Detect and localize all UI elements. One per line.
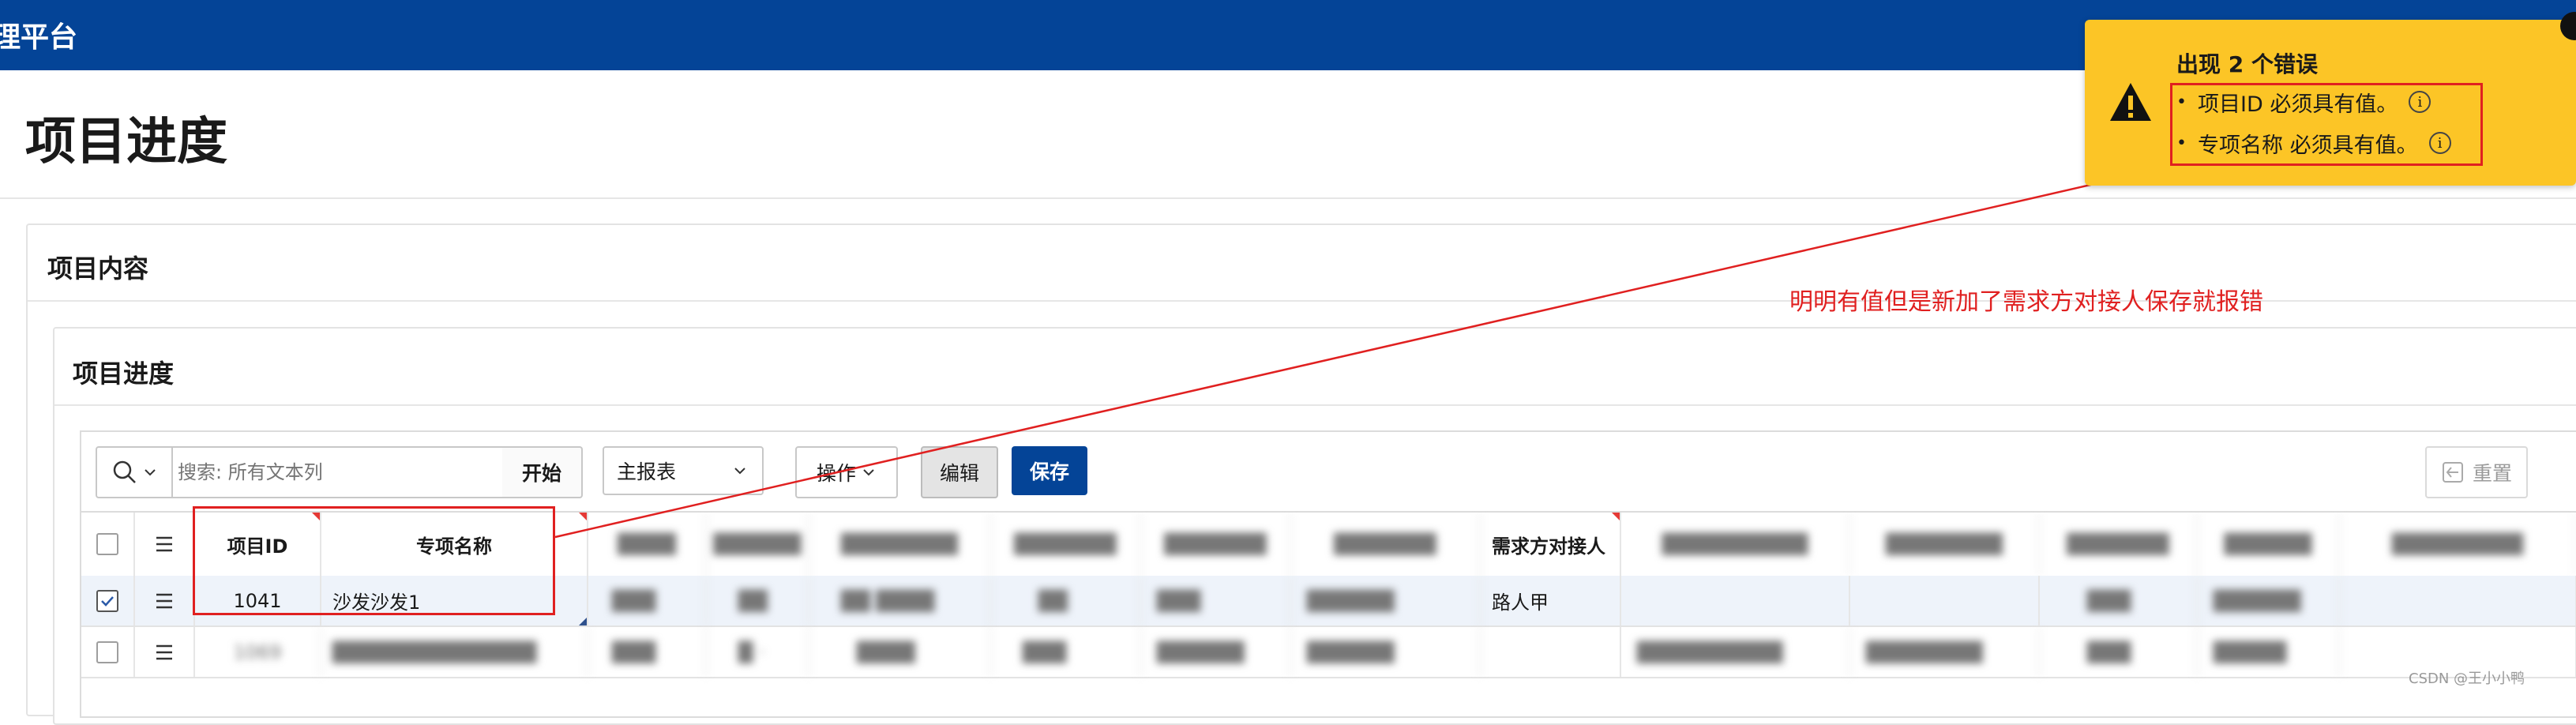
reset-icon [2442,462,2463,483]
check-icon [101,595,114,607]
chevron-down-icon [734,468,745,475]
divider [54,404,2576,406]
required-marker [579,513,587,520]
chevron-down-icon [145,469,156,476]
cell-hidden[interactable]: █████ [2198,627,2340,677]
error-notification: 出现 2 个错误 • 项目ID 必须具有值。 i • 专项名称 必须具有值。 i [2085,12,2576,186]
cell-hidden[interactable]: █ · [707,627,809,677]
search-input[interactable] [176,456,495,489]
changed-marker [579,618,587,625]
reset-label: 重置 [2472,462,2512,485]
column-header-hidden[interactable]: ██████ [707,513,809,576]
column-header-contact[interactable]: 需求方对接人 [1481,513,1621,576]
warning-icon [2110,83,2151,121]
row-select-cell [81,576,135,625]
select-all-cell [81,513,135,576]
hamburger-icon [156,593,172,608]
select-all-checkbox[interactable] [96,533,118,555]
row-actions-header [135,513,195,576]
cell-hidden[interactable]: ████████ [1850,627,2040,677]
cell-empty[interactable] [1850,576,2040,625]
app-title: 理平台 [0,21,78,54]
row-checkbox[interactable] [96,640,118,663]
actions-label: 操作 [816,462,856,485]
save-button[interactable]: 保存 [1012,446,1087,495]
divider [0,197,2576,199]
error-title: 出现 2 个错误 [2176,51,2318,77]
column-header-hidden[interactable]: ████████ [1850,513,2040,576]
column-header-hidden[interactable]: ████████ [809,513,991,576]
cell-hidden[interactable]: ██████ [1291,627,1481,677]
cell-hidden[interactable]: ███ [1141,576,1291,625]
hamburger-icon [156,536,172,552]
column-header-hidden[interactable]: ███████ [991,513,1141,576]
cell-project-id[interactable]: 1069 [195,627,321,677]
column-header-hidden[interactable]: ████ [588,513,707,576]
actions-menu-button[interactable]: 操作 [795,446,898,498]
cell-hidden[interactable]: ████ [809,627,991,677]
column-header-hidden[interactable]: ██████ [2198,513,2340,576]
watermark: CSDN @王小小鸭 [2409,671,2525,687]
report-select-value: 主报表 [617,460,677,483]
region-title: 项目进度 [73,359,175,389]
annotation-highlight-box [2170,83,2483,166]
cell-contact[interactable]: 路人甲 [1481,576,1621,625]
cell-hidden[interactable]: ██████ [2198,576,2340,625]
search-column-button[interactable] [97,448,173,497]
cell-hidden[interactable]: ██████ [1291,576,1481,625]
region-title: 项目内容 [47,254,149,284]
search-group [96,446,505,498]
report-select[interactable]: 主报表 [603,446,764,495]
cell-hidden[interactable]: ███ [991,627,1141,677]
hamburger-icon [156,644,172,659]
cell-hidden[interactable]: ██ [707,576,809,625]
row-checkbox[interactable] [96,589,118,612]
annotation-text: 明明有值但是新加了需求方对接人保存就报错 [1789,288,2263,316]
cell-hidden[interactable]: ██ ████ [809,576,991,625]
table-row[interactable]: 1069 ██████████████ ███ █ · ████ ███ ███… [81,627,2576,678]
column-header-hidden[interactable]: ██████████ [1621,513,1850,576]
column-header-hidden[interactable]: ███████ [2040,513,2198,576]
cell-hidden[interactable]: ██████████ [1621,627,1850,677]
column-header-hidden[interactable]: ███████ [1141,513,1291,576]
cell-empty[interactable] [1621,576,1850,625]
required-marker [1612,513,1620,520]
chevron-down-icon [863,469,874,476]
annotation-highlight-box [193,506,555,615]
cell-contact[interactable] [1481,627,1621,677]
edit-button[interactable]: 编辑 [921,446,998,498]
row-select-cell [81,627,135,677]
cell-hidden[interactable]: ██████ [1141,627,1291,677]
reset-button[interactable]: 重置 [2425,446,2528,498]
column-header-hidden[interactable]: ███████ [1291,513,1481,576]
cell-text: 路人甲 [1492,592,1549,614]
cell-hidden[interactable]: ███ [588,627,707,677]
cell-hidden[interactable]: ██ [991,576,1141,625]
row-actions-cell[interactable] [135,627,195,677]
row-actions-cell[interactable] [135,576,195,625]
page-title: 项目进度 [25,113,227,171]
cell-hidden[interactable]: ███ [2040,627,2198,677]
go-button[interactable]: 开始 [502,446,583,498]
search-icon [113,460,136,483]
cell-empty[interactable] [2340,576,2576,625]
cell-hidden[interactable]: ███ [2040,576,2198,625]
cell-hidden[interactable]: ███ [588,576,707,625]
cell-special-name[interactable]: ██████████████ [321,627,588,677]
column-header-hidden[interactable]: █████████ [2340,513,2576,576]
column-header-label: 需求方对接人 [1492,535,1605,558]
